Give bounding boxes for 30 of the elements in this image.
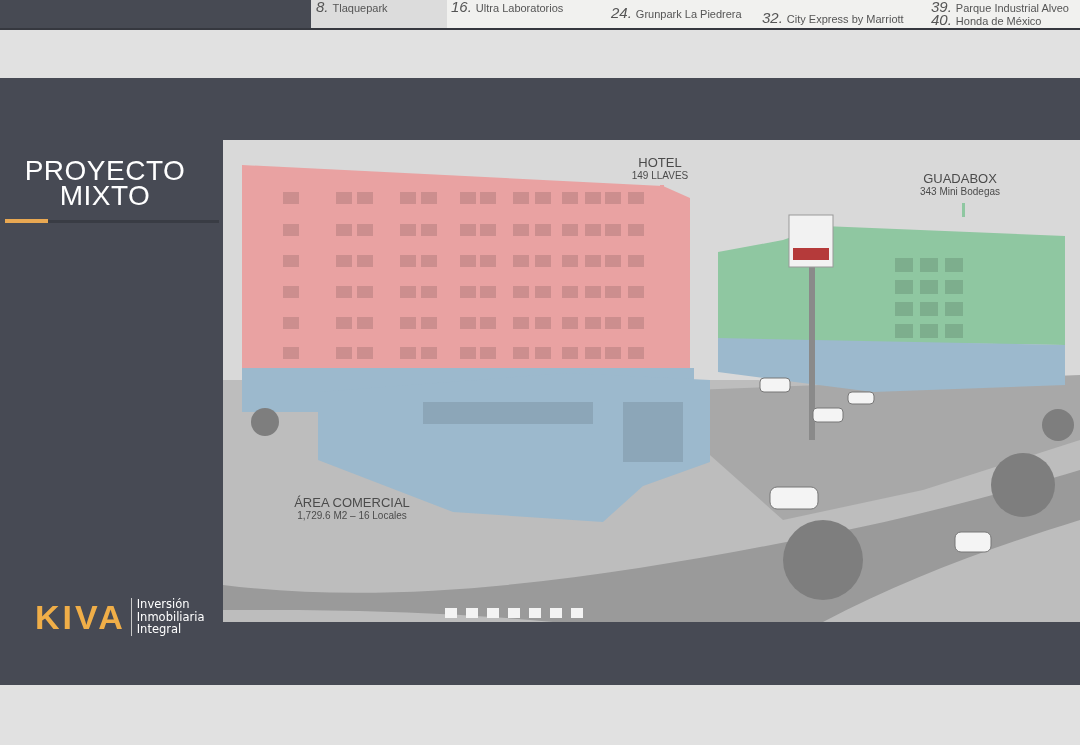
car bbox=[954, 531, 992, 553]
logo-tagline: Inversión Inmobiliaria Integral bbox=[136, 598, 205, 636]
tree bbox=[251, 408, 279, 436]
legend-number: 24. bbox=[611, 6, 632, 20]
zone-title: ÁREA COMERCIAL bbox=[294, 496, 410, 510]
legend-number: 8. bbox=[316, 0, 329, 14]
car bbox=[769, 486, 819, 510]
car bbox=[847, 391, 875, 405]
legend-label: Tlaquepark bbox=[332, 1, 388, 15]
legend-label: Grunpark La Piedrera bbox=[635, 7, 742, 21]
tree bbox=[991, 453, 1055, 517]
legend-label: Honda de México bbox=[955, 15, 1042, 28]
zone-caption: 149 LLAVES bbox=[631, 170, 689, 182]
legend-label: Ultra Laboratorios bbox=[475, 1, 564, 15]
legend-number: 39. bbox=[931, 0, 952, 13]
legend-label: City Express by Marriott bbox=[786, 12, 904, 26]
car bbox=[759, 377, 791, 393]
legend-label: Parque Industrial Alveo bbox=[955, 2, 1069, 15]
legend-number: 32. bbox=[762, 11, 783, 25]
zone-caption: 1,729.6 M2 – 16 Locales bbox=[297, 510, 407, 522]
logo-wordmark: KIVA bbox=[35, 599, 126, 635]
tree bbox=[1042, 409, 1074, 441]
legend-number: 16. bbox=[451, 0, 472, 14]
accent-bar bbox=[5, 219, 48, 223]
car bbox=[812, 407, 844, 423]
zone-title: GUADABOX bbox=[923, 172, 997, 186]
zone-caption: 343 Mini Bodegas bbox=[919, 186, 1001, 198]
legend-number: 40. bbox=[931, 13, 952, 26]
zone-title: HOTEL bbox=[638, 156, 682, 170]
slide-title: PROYECTO MIXTO bbox=[23, 158, 187, 208]
